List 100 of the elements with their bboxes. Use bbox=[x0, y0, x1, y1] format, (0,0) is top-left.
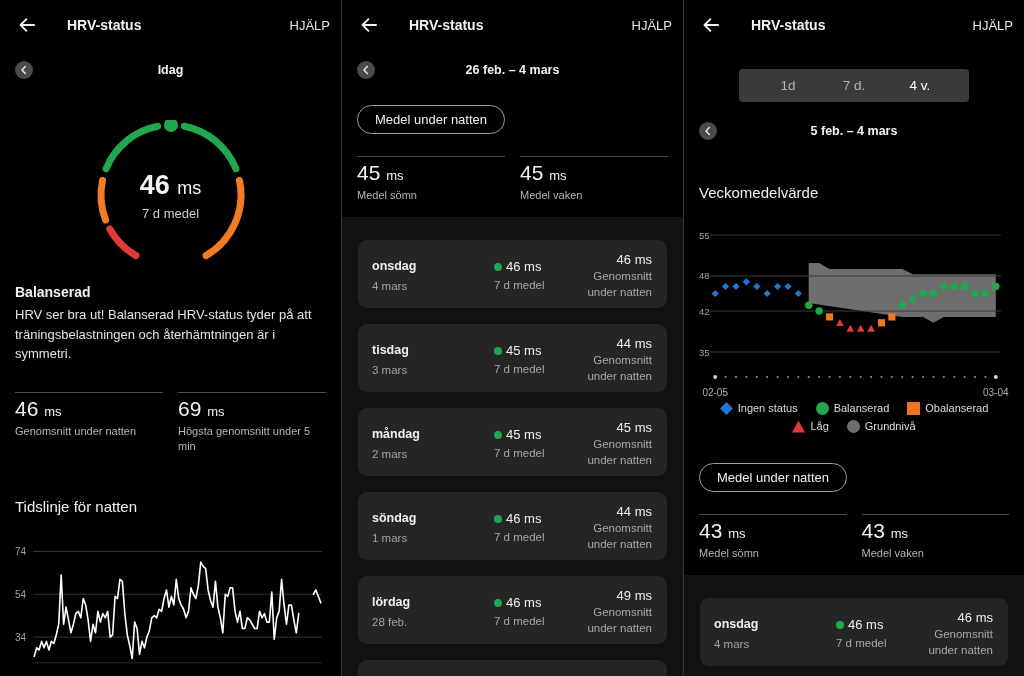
day-date: 4 mars bbox=[372, 279, 409, 294]
data-point bbox=[960, 282, 969, 291]
axis-label: 48 bbox=[699, 270, 710, 282]
day-card[interactable]: onsdag 4 mars 46 ms 7 d medel 46 ms Genomsnitt under natten bbox=[358, 240, 667, 308]
data-point bbox=[784, 282, 792, 291]
stat-label: Medel sömn bbox=[357, 188, 418, 203]
day-name: söndag bbox=[372, 510, 418, 527]
arrow-left-icon[interactable] bbox=[703, 18, 719, 32]
screen-title: HRV-status bbox=[751, 17, 826, 33]
stat-value: 45 ms bbox=[357, 161, 405, 186]
day-date: 2 mars bbox=[372, 447, 409, 462]
day-name: tisdag bbox=[372, 342, 410, 359]
data-point bbox=[836, 318, 844, 326]
axis-label: 35 bbox=[699, 346, 710, 358]
status-title: Balanserad bbox=[15, 283, 92, 302]
date-label: 26 feb. – 4 mars bbox=[465, 63, 560, 77]
range-tab[interactable]: 7 d. bbox=[821, 78, 887, 93]
weekly-average: 46 ms bbox=[506, 594, 542, 612]
day-card[interactable]: lördag 28 feb. 46 ms 7 d medel 49 ms Genomsnitt under natten bbox=[358, 576, 667, 644]
day-card[interactable]: tisdag 3 mars 45 ms 7 d medel 44 ms Genomsnitt under natten bbox=[358, 324, 667, 392]
chart-line bbox=[312, 588, 322, 604]
data-point bbox=[971, 289, 979, 298]
day-card[interactable]: onsdag 4 mars 46 ms 7 d medel 46 ms Genomsnitt under natten bbox=[700, 598, 1008, 666]
stat-label: Genomsnitt under natten bbox=[15, 423, 138, 439]
night-label: Genomsnitt under natten bbox=[586, 521, 652, 552]
range-tab[interactable]: 1d bbox=[755, 78, 821, 93]
weekly-average: 46 ms bbox=[848, 616, 884, 634]
day-date: 4 mars bbox=[714, 637, 751, 652]
day-name: onsdag bbox=[714, 616, 760, 633]
stat-label: Medel vaken bbox=[520, 188, 584, 203]
stat-value: 45 ms bbox=[520, 161, 568, 186]
date-label: Idag bbox=[157, 63, 184, 77]
chart-title: Veckomedelvärde bbox=[699, 183, 820, 203]
stat-value: 69 ms bbox=[178, 396, 226, 422]
legend-label: Grundnivå bbox=[864, 419, 916, 434]
weekly-label: 7 d medel bbox=[494, 446, 546, 461]
day-date: 1 mars bbox=[372, 531, 409, 546]
date-label: 5 feb. – 4 mars bbox=[810, 124, 898, 138]
stat-label: Högsta genomsnitt under 5 min bbox=[178, 423, 312, 454]
weekly-average: 45 ms bbox=[506, 342, 542, 360]
weekly-average: 45 ms bbox=[506, 426, 542, 444]
data-point bbox=[711, 289, 719, 298]
day-card[interactable]: måndag 2 mars 45 ms 7 d medel 45 ms Genomsnitt under natten bbox=[358, 408, 667, 476]
stat-value: 46 ms bbox=[15, 396, 63, 422]
chevron-left-icon[interactable] bbox=[15, 61, 33, 79]
weekly-label: 7 d medel bbox=[494, 530, 546, 545]
night-average: 44 ms bbox=[615, 336, 652, 352]
legend-label: Obalanserad bbox=[925, 401, 989, 416]
data-point bbox=[919, 289, 927, 298]
day-name: lördag bbox=[372, 594, 412, 611]
data-point bbox=[805, 301, 813, 309]
data-point bbox=[950, 282, 958, 291]
gauge-value: 46 ms bbox=[139, 169, 202, 202]
data-point bbox=[722, 282, 730, 291]
data-point bbox=[981, 289, 990, 298]
weekly-average: 46 ms bbox=[506, 510, 542, 528]
axis-label: 42 bbox=[699, 305, 710, 317]
arrow-left-icon[interactable] bbox=[19, 18, 35, 32]
status-description: HRV ser bra ut! Balanserad HRV-status tyder på att träningsbelastningen och återhämtningen är i symmetri. bbox=[15, 306, 313, 363]
data-point bbox=[992, 282, 1000, 291]
day-name: onsdag bbox=[372, 258, 418, 275]
weekly-label: 7 d medel bbox=[836, 636, 888, 651]
data-point bbox=[929, 289, 938, 298]
night-label: Genomsnitt under natten bbox=[586, 269, 652, 300]
night-label: Genomsnitt under natten bbox=[586, 437, 652, 468]
night-average: 45 ms bbox=[615, 420, 652, 436]
weekly-label: 7 d medel bbox=[494, 278, 546, 293]
weekly-label: 7 d medel bbox=[494, 362, 546, 377]
night-label: Genomsnitt under natten bbox=[586, 605, 652, 636]
data-point bbox=[742, 278, 750, 286]
data-point bbox=[753, 282, 761, 291]
legend-label: Balanserad bbox=[833, 401, 890, 416]
axis-label: 55 bbox=[699, 229, 710, 241]
weekly-average: 46 ms bbox=[506, 258, 542, 276]
screen-title: HRV-status bbox=[409, 17, 484, 33]
night-average: 49 ms bbox=[615, 588, 652, 604]
data-point bbox=[877, 319, 886, 327]
night-label: Genomsnitt under natten bbox=[586, 353, 652, 384]
data-point bbox=[773, 282, 782, 291]
chevron-left-icon[interactable] bbox=[357, 61, 375, 79]
chart-title: Tidslinje för natten bbox=[15, 496, 138, 517]
arrow-left-icon[interactable] bbox=[361, 18, 377, 32]
data-point bbox=[794, 289, 802, 298]
axis-label: 54 bbox=[15, 588, 27, 600]
data-point bbox=[825, 313, 834, 321]
stat-label: Medel sömn bbox=[699, 546, 760, 561]
chevron-left-icon[interactable] bbox=[699, 122, 717, 140]
legend-label: Låg bbox=[810, 419, 829, 434]
range-tab[interactable]: 4 v. bbox=[887, 78, 953, 93]
day-card[interactable]: söndag 1 mars 46 ms 7 d medel 44 ms Genomsnitt under natten bbox=[358, 492, 667, 560]
help-button[interactable]: HJÄLP bbox=[631, 15, 672, 35]
help-button[interactable]: HJÄLP bbox=[289, 15, 330, 35]
data-point bbox=[908, 295, 917, 304]
data-point bbox=[732, 282, 740, 291]
data-point bbox=[898, 301, 906, 309]
data-point bbox=[940, 282, 948, 291]
data-point bbox=[815, 307, 823, 315]
help-button[interactable]: HJÄLP bbox=[972, 15, 1013, 35]
day-name: måndag bbox=[372, 426, 421, 443]
day-date: 28 feb. bbox=[372, 615, 409, 630]
